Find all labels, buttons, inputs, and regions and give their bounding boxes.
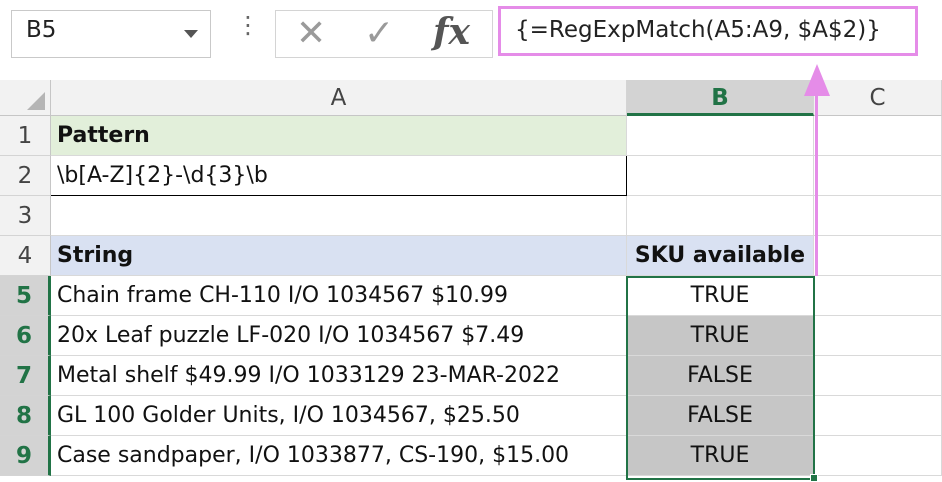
chevron-down-icon[interactable] bbox=[184, 30, 198, 38]
cell-c8[interactable] bbox=[814, 396, 942, 436]
cell-b6[interactable]: TRUE bbox=[627, 316, 814, 356]
cell-c4[interactable] bbox=[814, 236, 942, 276]
select-all-icon bbox=[27, 92, 45, 110]
formula-text: {=RegExpMatch(A5:A9, $A$2)} bbox=[515, 17, 881, 43]
annotation-arrow-icon bbox=[804, 64, 830, 96]
select-all-button[interactable] bbox=[0, 80, 51, 116]
cell-c3[interactable] bbox=[814, 196, 942, 236]
row-header-4[interactable]: 4 bbox=[0, 236, 51, 276]
cell-c9[interactable] bbox=[814, 436, 942, 476]
annotation-arrow-line bbox=[815, 84, 818, 276]
cell-b2[interactable] bbox=[627, 156, 814, 196]
column-header-a[interactable]: A bbox=[51, 80, 627, 116]
name-box[interactable]: B5 bbox=[11, 10, 211, 58]
row-header-6[interactable]: 6 bbox=[0, 316, 51, 356]
cell-b3[interactable] bbox=[627, 196, 814, 236]
cell-a5[interactable]: Chain frame CH-110 I/O 1034567 $10.99 bbox=[51, 276, 627, 316]
row-header-9[interactable]: 9 bbox=[0, 436, 51, 476]
insert-function-icon[interactable]: fx bbox=[433, 10, 470, 54]
enter-icon[interactable]: ✓ bbox=[364, 14, 394, 54]
cell-b5[interactable]: TRUE bbox=[627, 276, 814, 316]
cell-a3[interactable] bbox=[51, 196, 627, 236]
row-header-3[interactable]: 3 bbox=[0, 196, 51, 236]
column-header-c[interactable]: C bbox=[814, 80, 942, 116]
cell-b8[interactable]: FALSE bbox=[627, 396, 814, 436]
formula-input[interactable]: {=RegExpMatch(A5:A9, $A$2)} bbox=[498, 6, 918, 56]
cell-a7[interactable]: Metal shelf $49.99 I/O 1033129 23-MAR-20… bbox=[51, 356, 627, 396]
cell-c5[interactable] bbox=[814, 276, 942, 316]
cell-a8[interactable]: GL 100 Golder Units, I/O 1034567, $25.50 bbox=[51, 396, 627, 436]
row-header-5[interactable]: 5 bbox=[0, 276, 51, 316]
cell-c2[interactable] bbox=[814, 156, 942, 196]
more-options-icon[interactable]: ⋮ bbox=[236, 13, 260, 37]
cancel-icon[interactable]: ✕ bbox=[296, 14, 326, 54]
cell-b4[interactable]: SKU available bbox=[627, 236, 814, 276]
cell-a2[interactable]: \b[A-Z]{2}-\d{3}\b bbox=[51, 156, 627, 196]
row-header-8[interactable]: 8 bbox=[0, 396, 51, 436]
column-header-b[interactable]: B bbox=[627, 80, 814, 116]
row-header-1[interactable]: 1 bbox=[0, 116, 51, 156]
cell-a4[interactable]: String bbox=[51, 236, 627, 276]
cell-a1[interactable]: Pattern bbox=[51, 116, 627, 156]
cell-c6[interactable] bbox=[814, 316, 942, 356]
cell-a6[interactable]: 20x Leaf puzzle LF-020 I/O 1034567 $7.49 bbox=[51, 316, 627, 356]
cell-c1[interactable] bbox=[814, 116, 942, 156]
cell-c7[interactable] bbox=[814, 356, 942, 396]
row-header-7[interactable]: 7 bbox=[0, 356, 51, 396]
name-box-value: B5 bbox=[26, 17, 57, 43]
formula-bar-area: B5 ⋮ ✕ ✓ fx {=RegExpMatch(A5:A9, $A$2)} bbox=[0, 0, 942, 80]
fill-handle[interactable] bbox=[810, 474, 818, 482]
cell-b7[interactable]: FALSE bbox=[627, 356, 814, 396]
cell-b1[interactable] bbox=[627, 116, 814, 156]
row-header-2[interactable]: 2 bbox=[0, 156, 51, 196]
cell-b9[interactable]: TRUE bbox=[627, 436, 814, 476]
cell-a9[interactable]: Case sandpaper, I/O 1033877, CS-190, $15… bbox=[51, 436, 627, 476]
